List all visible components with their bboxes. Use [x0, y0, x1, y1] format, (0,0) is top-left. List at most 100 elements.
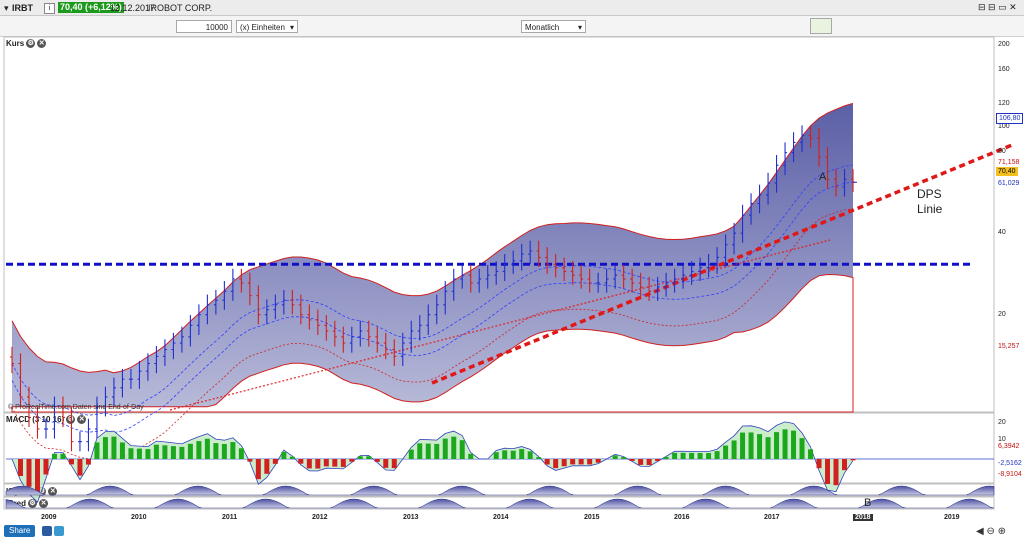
isred-panel-title: ISred ⚙ ✕ [6, 499, 49, 509]
share-button[interactable]: Share [4, 525, 36, 537]
trend-line-thin [169, 239, 831, 411]
y-tick-20: 20 [998, 311, 1006, 318]
macd-histogram-bar [162, 445, 168, 459]
macd-histogram-bar [417, 443, 423, 459]
facebook-icon[interactable] [42, 526, 52, 536]
macd-histogram-bar [221, 443, 227, 459]
macd-histogram-bar [128, 448, 134, 459]
units-select[interactable]: (x) Einheiten ▾ [236, 20, 298, 33]
macd-histogram-bar [570, 459, 576, 465]
wrench-icon[interactable]: ⚙ [66, 415, 76, 425]
dps-line [431, 143, 1013, 385]
close-icon[interactable]: ✕ [77, 415, 87, 425]
macd-histogram-bar [740, 432, 746, 459]
macd-histogram-bar [213, 443, 219, 459]
macd-histogram-bar [332, 459, 338, 467]
macd-histogram-bar [621, 457, 627, 459]
macd-histogram-bar [255, 459, 261, 480]
macd-histogram-bar [264, 459, 270, 474]
twitter-icon[interactable] [54, 526, 64, 536]
macd-histogram-bar [383, 459, 389, 468]
menu-arrow-icon[interactable]: ▾ [4, 4, 9, 13]
macd-histogram-bar [799, 438, 805, 459]
macd-histogram-bar [85, 459, 91, 465]
wrench-icon[interactable]: ⚙ [28, 499, 38, 509]
macd-histogram-bar [493, 452, 499, 459]
macd-histogram-bar [111, 436, 117, 459]
macd-histogram-bar [672, 452, 678, 459]
macd-signal-label: -2,5162 [998, 460, 1022, 467]
macd-histogram-bar [825, 459, 831, 484]
close-icon[interactable]: ✕ [37, 39, 47, 49]
macd-histogram-bar [553, 459, 559, 469]
chart-type-button[interactable] [810, 18, 832, 34]
macd-histogram-bar [536, 457, 542, 459]
x-tick-2017: 2017 [764, 514, 780, 521]
window-controls[interactable]: ⊟ ⊟ ▭ ✕ [978, 3, 1017, 12]
company-label: IROBOT CORP. [148, 3, 213, 13]
macd-histogram-bar [349, 459, 355, 462]
macd-histogram-bar [816, 459, 822, 469]
lower-band-area [11, 273, 854, 413]
y-tick-80: 80 [998, 148, 1006, 155]
x-tick-2019: 2019 [944, 514, 960, 521]
macd-histogram-bar [179, 446, 185, 459]
macd-histogram-bar [102, 437, 108, 459]
price-panel-title: Kurs ⚙ ✕ [6, 39, 47, 49]
y-tick-100: 100 [998, 123, 1010, 130]
macd-histogram-bar [136, 448, 142, 459]
x-tick-2014: 2014 [493, 514, 509, 521]
isgreen-area [5, 485, 995, 496]
info-icon[interactable]: i [44, 3, 55, 14]
macd-histogram-bar [230, 442, 236, 459]
annotation-linie: Linie [917, 202, 943, 216]
period-select[interactable]: Monatlich ▾ [521, 20, 586, 33]
wrench-icon[interactable]: ⚙ [26, 39, 36, 49]
macd-histogram-bar [366, 456, 372, 459]
close-icon[interactable]: ✕ [48, 487, 58, 497]
chevron-down-icon: ▾ [577, 23, 582, 32]
macd-histogram-bar [655, 459, 661, 462]
macd-histogram-bar [748, 432, 754, 459]
macd-histogram-bar [502, 450, 508, 459]
symbol-label[interactable]: IRBT [12, 4, 33, 13]
mid-band-label: 61,029 [998, 180, 1020, 187]
quantity-input[interactable]: 10000 [176, 20, 232, 33]
macd-histogram-bar [833, 459, 839, 486]
x-tick-2010: 2010 [131, 514, 147, 521]
macd-histogram-bar [527, 451, 533, 459]
x-tick-2011: 2011 [222, 514, 238, 521]
macd-histogram-bar [638, 459, 644, 465]
upper-band-line [11, 102, 854, 374]
price-panel-frame [3, 36, 995, 413]
macd-histogram-bar [468, 453, 474, 459]
zoom-icons[interactable]: ◀ ⊖ ⊕ [976, 527, 1006, 537]
macd-histogram-bar [808, 449, 814, 459]
macd-histogram-bar [289, 456, 295, 459]
macd-histogram-bar [281, 451, 287, 459]
macd-histogram-bar [774, 432, 780, 459]
close-icon[interactable]: ✕ [39, 499, 49, 509]
macd-histogram-bar [340, 459, 346, 467]
macd-histogram-bar [145, 449, 151, 459]
x-tick-2016: 2016 [674, 514, 690, 521]
macd-histogram-bar [187, 443, 193, 459]
macd-histogram-bar [612, 455, 618, 459]
wrench-icon[interactable]: ⚙ [37, 487, 47, 497]
macd-histogram-bar [519, 449, 525, 459]
macd-histogram-bar [578, 459, 584, 465]
macd-histogram-bar [850, 459, 856, 461]
macd-histogram-bar [842, 459, 848, 471]
x-tick-2009: 2009 [41, 514, 57, 521]
y-tick-40: 40 [998, 229, 1006, 236]
x-tick-2013: 2013 [403, 514, 419, 521]
ma-line-red [11, 208, 854, 460]
upper-band-label: 106,80 [996, 113, 1024, 124]
x-tick-2012: 2012 [312, 514, 328, 521]
macd-histogram-bar [646, 459, 652, 466]
macd-histogram-bar [442, 438, 448, 459]
macd-histogram-bar [587, 459, 593, 465]
macd-histogram-bar [247, 459, 253, 462]
macd-histogram-bar [510, 450, 516, 459]
isred-panel-frame [3, 496, 995, 510]
